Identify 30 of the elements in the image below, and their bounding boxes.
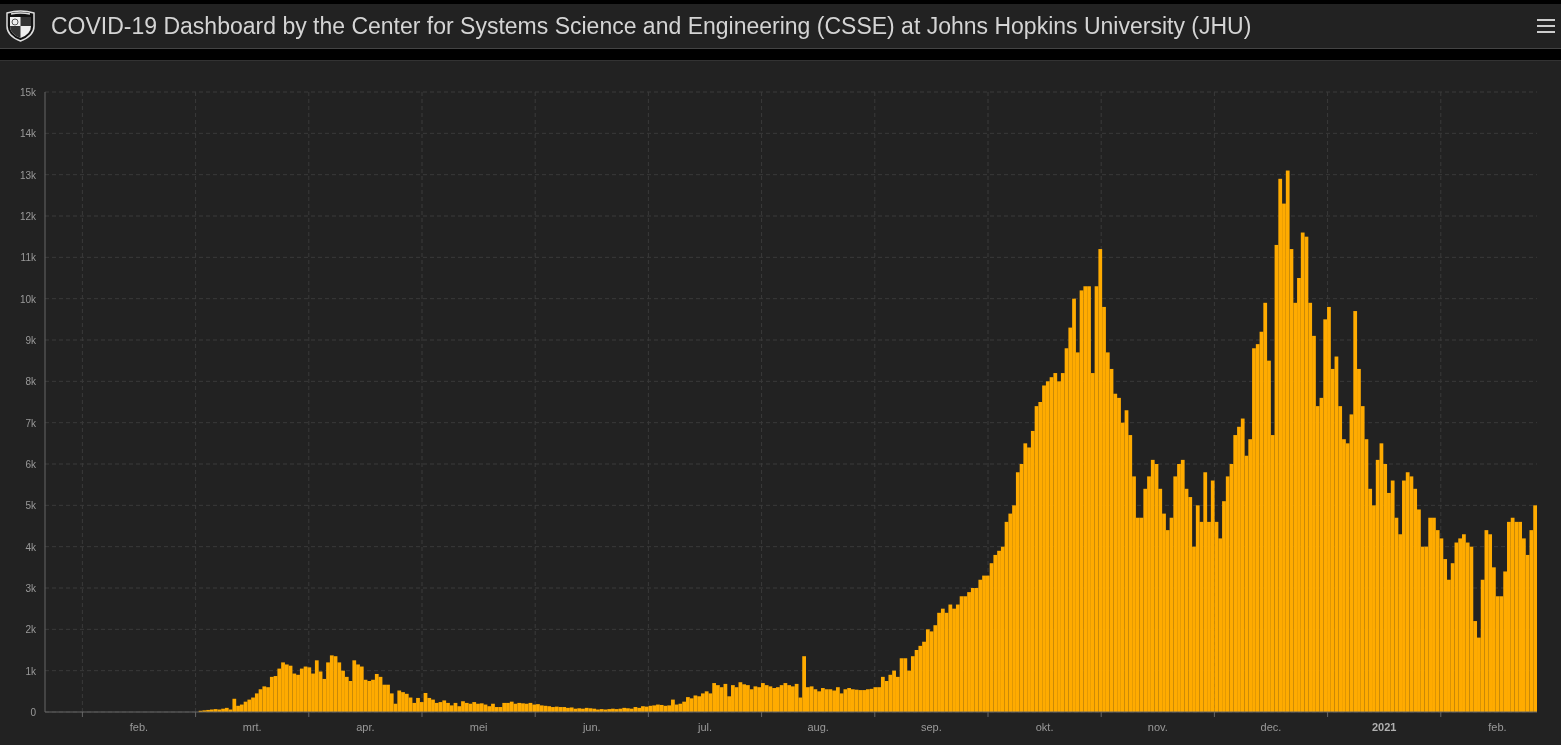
y-axis-label: 9k (25, 335, 36, 346)
y-axis-label: 3k (25, 583, 36, 594)
y-axis-label: 15k (19, 87, 36, 98)
y-axis-label: 6k (25, 459, 36, 470)
x-axis-label: jul. (697, 721, 713, 733)
x-axis-label: 2021 (1371, 721, 1397, 733)
x-axis-label: dec. (1260, 721, 1282, 733)
y-axis-label: 10k (19, 293, 36, 305)
y-axis-label: 0 (30, 707, 36, 718)
y-axis-label: 2k (25, 624, 36, 636)
x-axis-label: feb. (1488, 721, 1507, 733)
y-axis-label: 5k (25, 500, 36, 512)
y-axis-label: 8k (25, 376, 36, 388)
y-axis-label: 14k (19, 128, 36, 140)
x-axis-label: nov. (1147, 721, 1168, 733)
y-axis-label: 11k (20, 252, 36, 264)
dashboard-title: COVID-19 Dashboard by the Center for Systems Science and Engineering (CSSE) at Johns Hopkins University (JHU) (51, 11, 1252, 41)
y-axis-label: 7k (25, 417, 36, 429)
y-axis-label: 13k (19, 169, 36, 181)
x-axis-label: aug. (807, 721, 829, 733)
y-axis-label: 12k (19, 211, 36, 222)
x-axis-label: mei (469, 721, 488, 733)
y-axis-label: 4k (25, 541, 36, 553)
x-axis-label: jun. (582, 721, 601, 733)
x-axis-label: feb. (129, 721, 149, 733)
y-axis-label: 1k (25, 665, 36, 677)
x-axis-label: sep. (921, 721, 942, 733)
x-axis-label: mrt. (242, 721, 262, 733)
x-axis-label: apr. (356, 721, 375, 733)
x-axis-label: okt. (1035, 721, 1054, 733)
